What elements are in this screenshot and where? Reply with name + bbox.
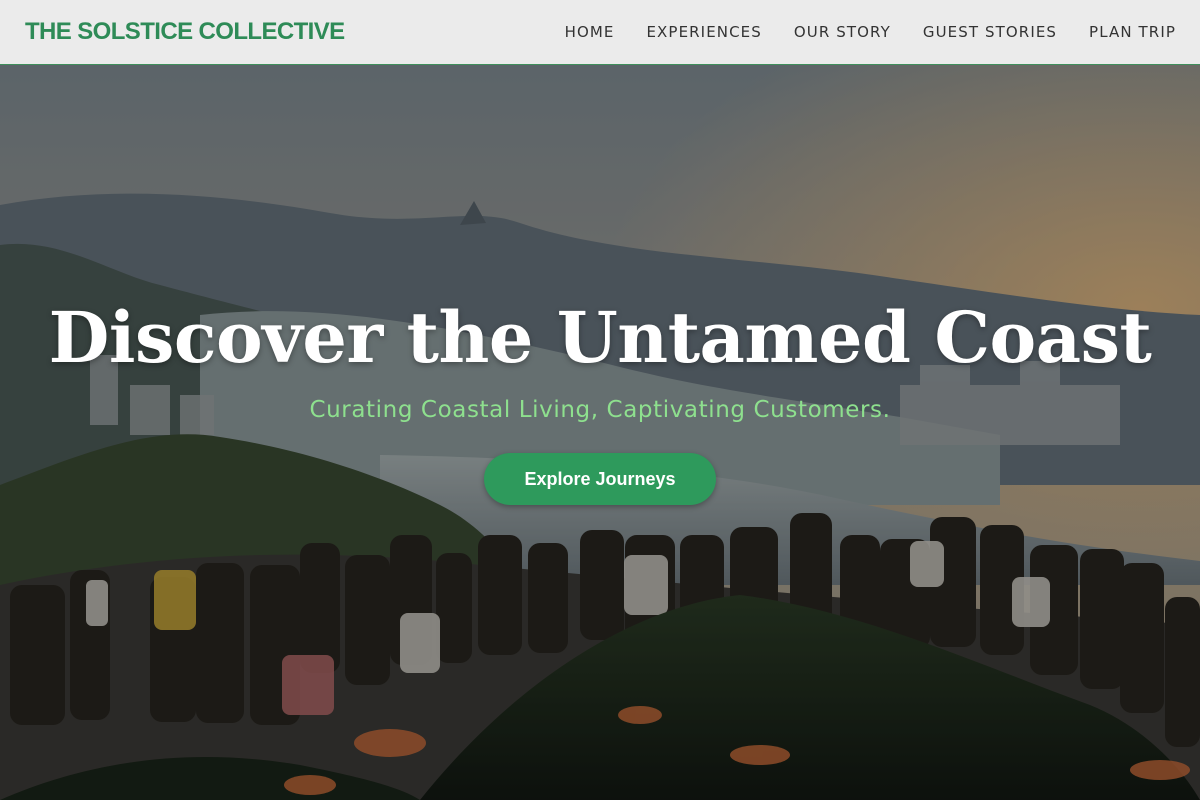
hero-subtitle: Curating Coastal Living, Captivating Cus… (309, 397, 891, 423)
hero-content: Discover the Untamed Coast Curating Coas… (0, 303, 1200, 505)
explore-journeys-button[interactable]: Explore Journeys (484, 453, 716, 505)
brand-logo[interactable]: THE SOLSTICE COLLECTIVE (25, 18, 345, 46)
nav-item-guest-stories[interactable]: GUEST STORIES (923, 23, 1057, 41)
nav-item-our-story[interactable]: OUR STORY (794, 23, 891, 41)
nav-item-experiences[interactable]: EXPERIENCES (646, 23, 761, 41)
main-nav: HOME EXPERIENCES OUR STORY GUEST STORIES… (565, 23, 1176, 41)
site-header: THE SOLSTICE COLLECTIVE HOME EXPERIENCES… (0, 0, 1200, 65)
hero-section: Discover the Untamed Coast Curating Coas… (0, 65, 1200, 800)
nav-item-home[interactable]: HOME (565, 23, 615, 41)
nav-item-plan-trip[interactable]: PLAN TRIP (1089, 23, 1176, 41)
hero-title: Discover the Untamed Coast (48, 296, 1152, 379)
